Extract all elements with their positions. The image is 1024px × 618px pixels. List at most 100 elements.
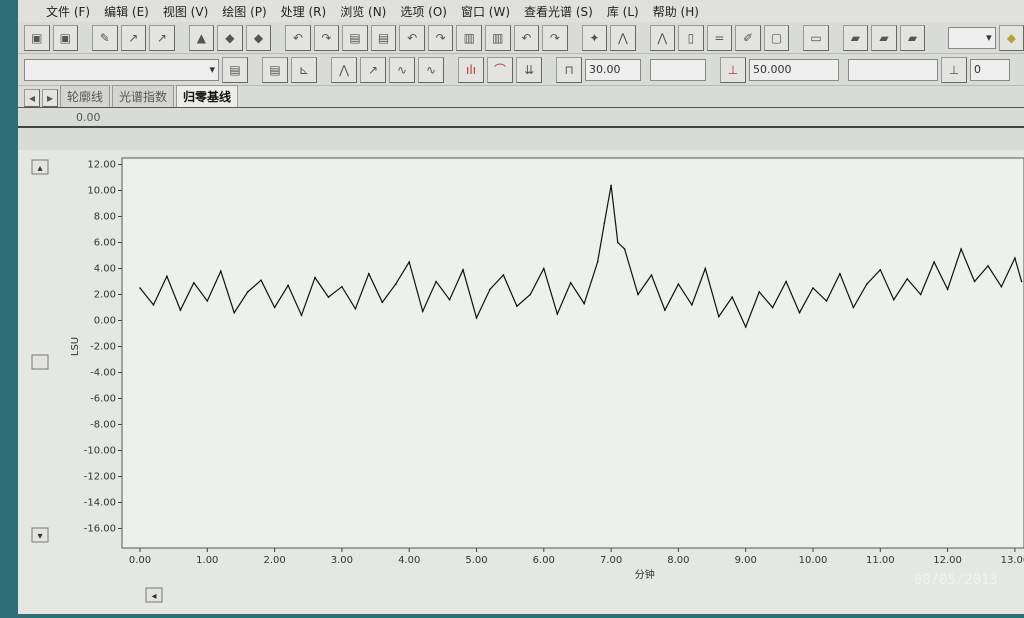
- empty-field[interactable]: [650, 58, 706, 81]
- toolbar-button[interactable]: ↷: [427, 24, 454, 51]
- data-point: [179, 309, 182, 311]
- data-point: [475, 317, 478, 319]
- tab-zero-baseline[interactable]: 归零基线: [176, 85, 239, 107]
- toolbar-button[interactable]: ↷: [313, 24, 340, 51]
- chevron-down-icon: ▾: [209, 62, 215, 76]
- wavelength-slider[interactable]: 0.00: [18, 108, 1024, 128]
- tab-scroll-left[interactable]: ◂: [24, 89, 40, 107]
- toolbar-button[interactable]: ⋀: [610, 24, 636, 51]
- toolbar-button[interactable]: ▣: [24, 24, 50, 51]
- toolbar-button[interactable]: ✐: [735, 24, 761, 51]
- toolbar-button[interactable]: ◆: [217, 24, 243, 51]
- baseline-button[interactable]: ⌒: [487, 56, 513, 83]
- tab-spectrum-index[interactable]: 光谱指数: [112, 85, 175, 107]
- toolbar-button[interactable]: ↗: [149, 24, 175, 51]
- data-point: [617, 241, 619, 244]
- chromatogram-chart[interactable]: 12.00 10.00 8.00 6.00 4.00 2.00 0.00 -2.00 -4.00…: [18, 150, 1024, 614]
- toolbar-button[interactable]: ↶: [399, 24, 425, 51]
- tool-button[interactable]: ⋀: [331, 56, 357, 83]
- y-tick-label: -16.00: [84, 524, 116, 535]
- integrate-button[interactable]: ⇊: [516, 56, 542, 83]
- x-tick-label: 2.00: [263, 555, 285, 566]
- chevron-down-icon: ▾: [986, 30, 992, 44]
- data-point: [933, 261, 935, 263]
- menu-edit[interactable]: 编辑 (E): [104, 3, 149, 20]
- toolbar-button[interactable]: ✎: [91, 24, 118, 51]
- tab-contour[interactable]: 轮廓线: [60, 85, 111, 107]
- data-point: [462, 269, 464, 271]
- slider-value: 0.00: [76, 111, 101, 124]
- toolbar-button[interactable]: ▥: [456, 24, 483, 51]
- data-point: [381, 301, 384, 304]
- toolbar-button[interactable]: ▢: [763, 24, 790, 51]
- menu-file[interactable]: 文件 (F): [46, 3, 90, 20]
- eraser-button[interactable]: ◆: [998, 24, 1024, 51]
- toolbar-button[interactable]: ↷: [542, 24, 568, 51]
- menu-window[interactable]: 窗口 (W): [461, 3, 510, 20]
- tool-button[interactable]: ↗: [360, 56, 386, 83]
- toolbar-button[interactable]: ✦: [581, 24, 608, 51]
- tool-button[interactable]: ∿: [389, 56, 415, 83]
- data-point: [583, 302, 585, 305]
- toolbar-button[interactable]: ↶: [513, 24, 540, 51]
- menu-options[interactable]: 选项 (O): [400, 3, 447, 20]
- data-point: [246, 291, 249, 293]
- data-point: [394, 283, 397, 285]
- data-point: [596, 261, 599, 263]
- menu-view[interactable]: 视图 (V): [163, 3, 208, 20]
- menu-plot[interactable]: 绘图 (P): [222, 3, 266, 20]
- y-tick-label: 12.00: [87, 160, 116, 171]
- menu-view-spectrum[interactable]: 查看光谱 (S): [524, 3, 593, 20]
- y-tick-label: -14.00: [84, 498, 116, 509]
- toolbar-button[interactable]: ▤: [370, 24, 397, 51]
- menu-browse[interactable]: 浏览 (N): [340, 3, 386, 20]
- data-point: [637, 293, 639, 296]
- toolbar-button[interactable]: ▣: [52, 24, 79, 51]
- tool-button[interactable]: ▤: [222, 56, 248, 83]
- data-point: [273, 306, 276, 309]
- y-tick-label: 4.00: [94, 264, 116, 275]
- y-scroll-handle[interactable]: [31, 354, 49, 370]
- toolbar-button[interactable]: ◆: [245, 24, 272, 51]
- toolbar-button[interactable]: ▰: [899, 24, 926, 51]
- data-point: [327, 296, 330, 298]
- toolbar-button[interactable]: ↗: [120, 24, 147, 51]
- tool-button[interactable]: ∿: [418, 56, 444, 83]
- min-area-field[interactable]: 0: [970, 58, 1010, 81]
- method-dropdown[interactable]: ▾: [24, 58, 219, 81]
- tab-scroll-right[interactable]: ▸: [42, 89, 58, 107]
- y-tick-label: 0.00: [94, 316, 116, 327]
- data-point: [677, 283, 680, 285]
- data-point: [892, 298, 895, 301]
- toolbar-button[interactable]: ▭: [803, 24, 829, 51]
- toolbar-button[interactable]: ▯: [678, 24, 704, 51]
- data-point: [946, 288, 949, 291]
- y-tick-label: -4.00: [90, 368, 116, 379]
- toolbar-button[interactable]: ▲: [188, 24, 215, 51]
- toolbar-button[interactable]: ↶: [285, 24, 311, 51]
- toolbar-button[interactable]: ▥: [485, 24, 511, 51]
- empty-field[interactable]: [848, 58, 938, 81]
- toolbar-button[interactable]: ▰: [842, 24, 869, 51]
- peak-width-field[interactable]: 30.00: [585, 58, 641, 81]
- toolbar-dropdown[interactable]: ▾: [948, 26, 996, 49]
- threshold-field[interactable]: 50.000: [749, 58, 839, 81]
- toolbar-button[interactable]: ▰: [871, 24, 897, 51]
- data-point: [825, 300, 828, 302]
- data-point: [731, 296, 734, 298]
- menu-library[interactable]: 库 (L): [607, 3, 639, 20]
- tool-button[interactable]: ⊾: [291, 56, 317, 83]
- data-point: [314, 276, 316, 279]
- toolbar-button[interactable]: ⋀: [649, 24, 676, 51]
- tool-button[interactable]: ▤: [262, 56, 288, 83]
- menu-process[interactable]: 处理 (R): [281, 3, 327, 20]
- data-point: [650, 274, 653, 276]
- peak-button[interactable]: ılı: [458, 56, 484, 83]
- y-tick-label: -6.00: [90, 394, 116, 405]
- data-point: [906, 278, 909, 280]
- menu-help[interactable]: 帮助 (H): [653, 3, 699, 20]
- y-tick-label: 10.00: [87, 186, 116, 197]
- threshold-icon: ⊥: [720, 56, 746, 83]
- toolbar-button[interactable]: =: [706, 24, 733, 51]
- toolbar-button[interactable]: ▤: [342, 24, 368, 51]
